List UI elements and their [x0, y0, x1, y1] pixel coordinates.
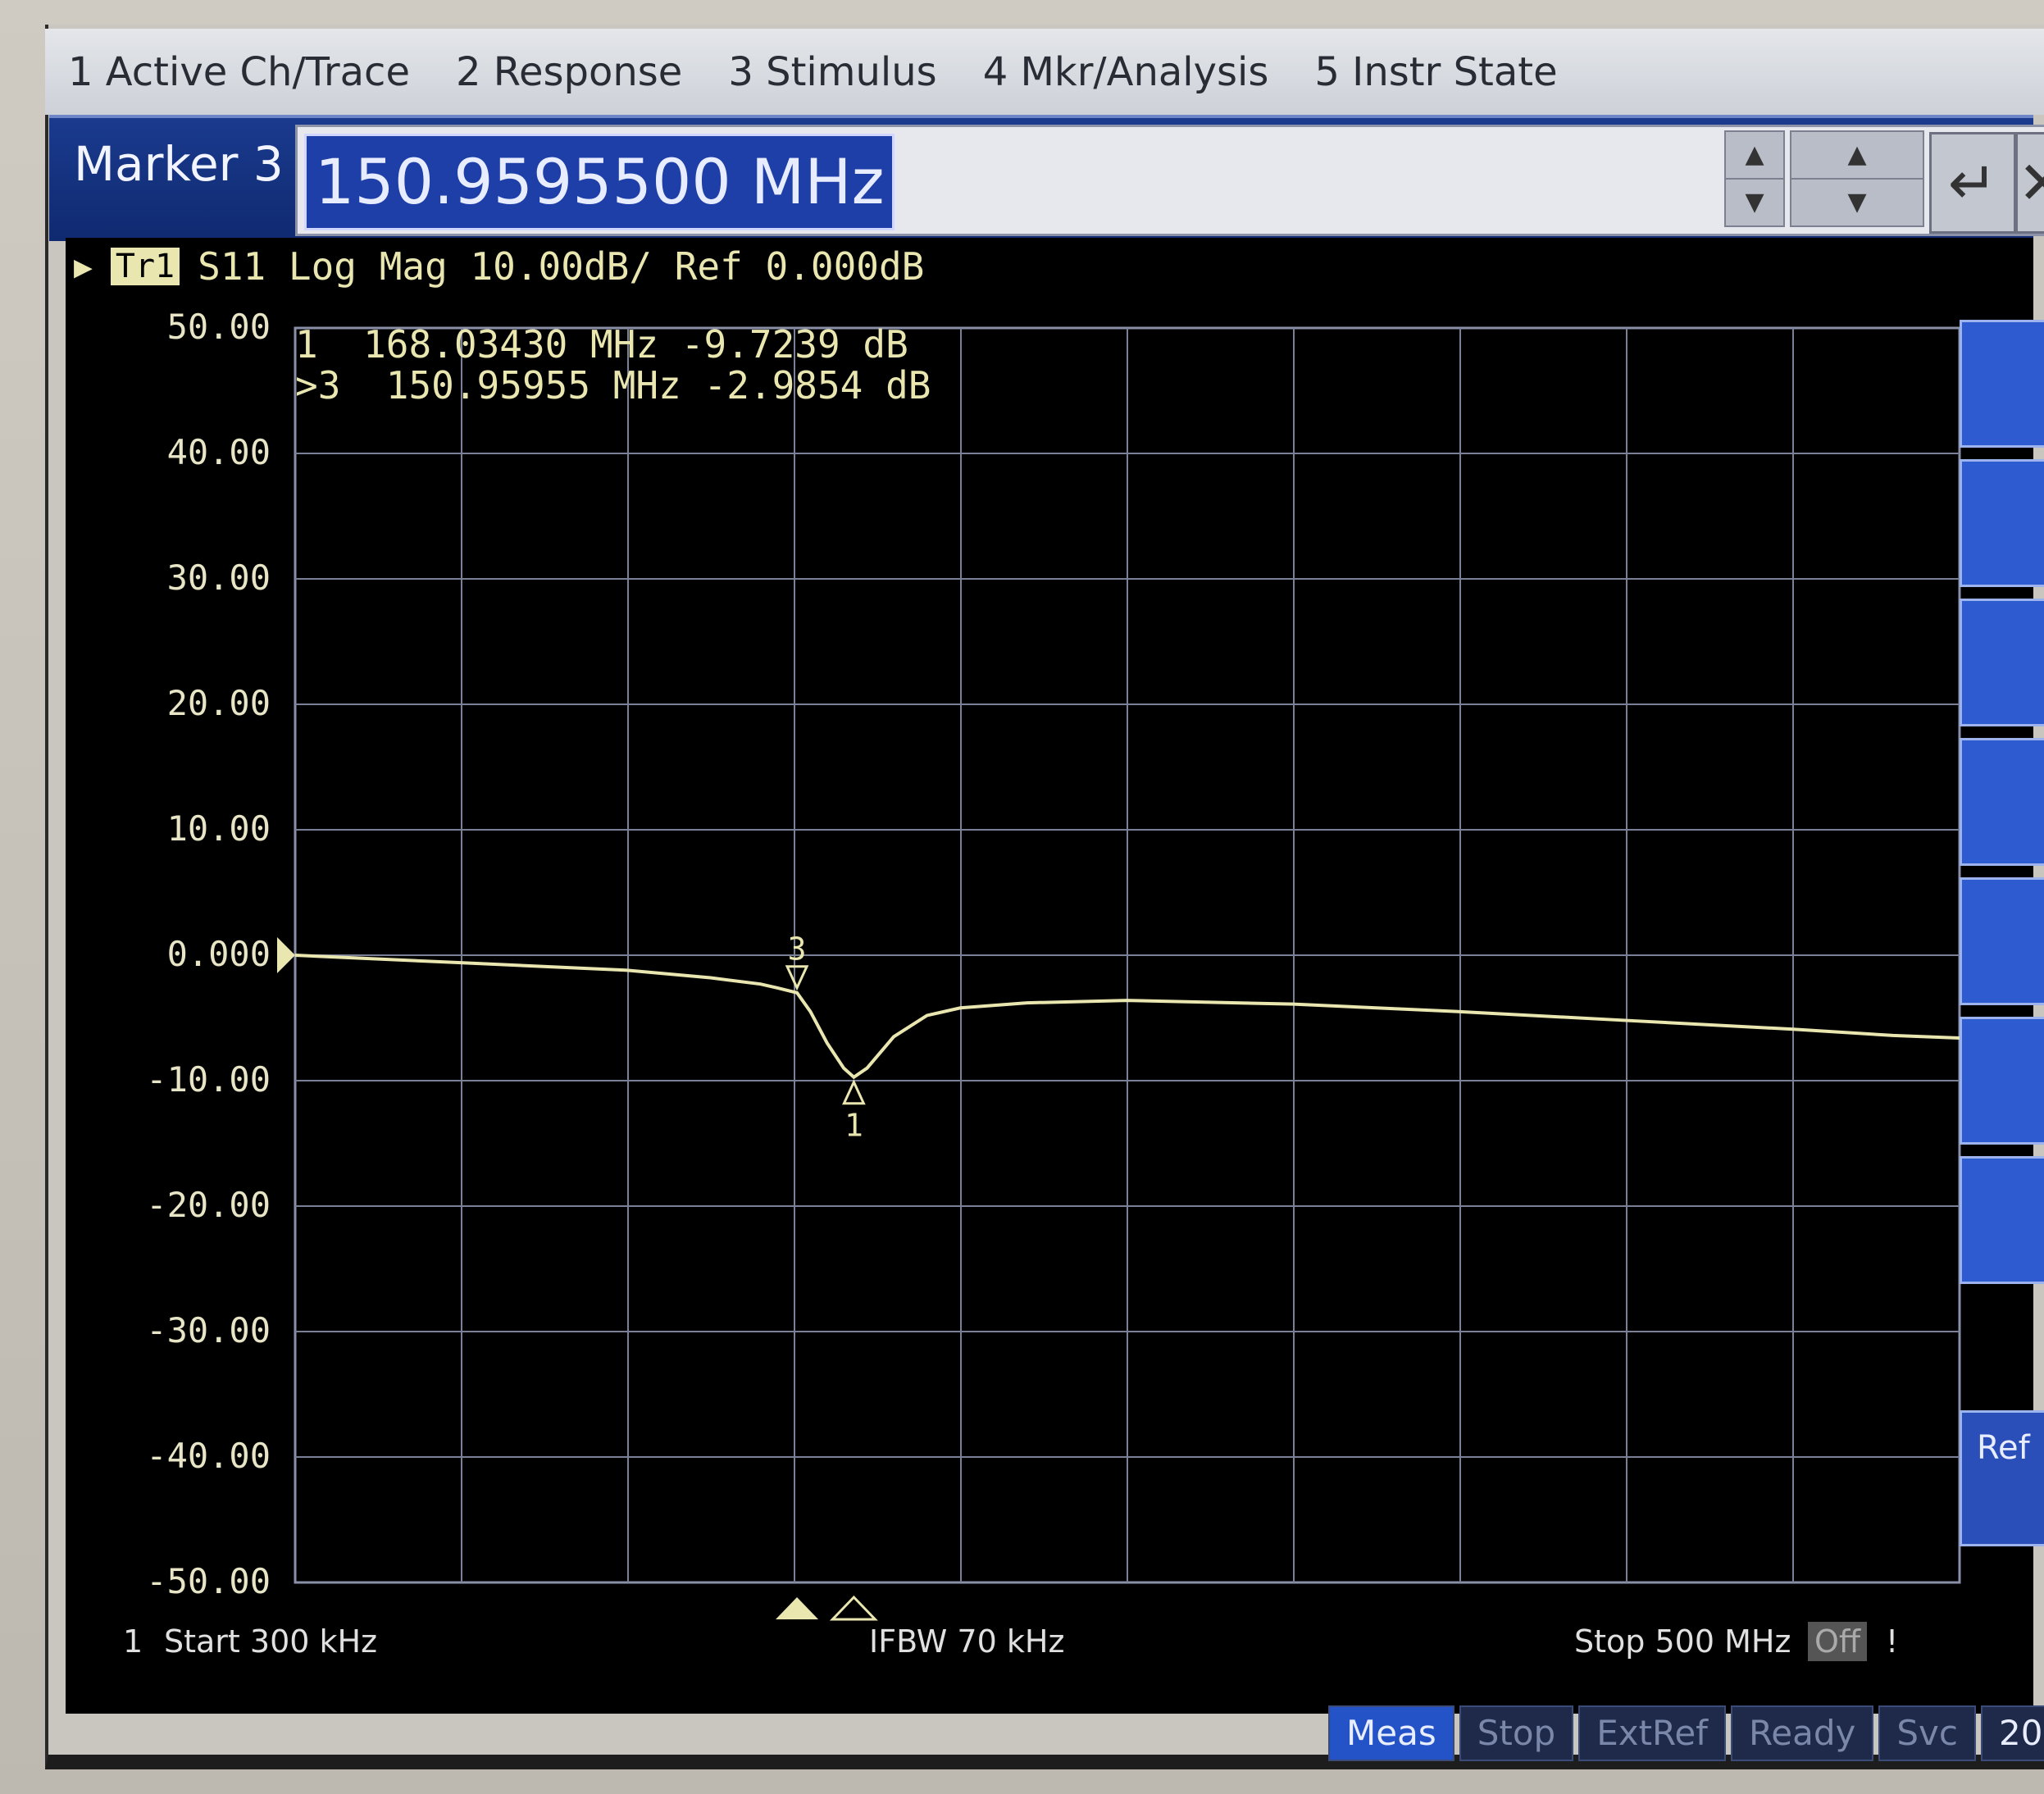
status-svc: Svc [1878, 1705, 1976, 1761]
softkey-3[interactable] [1960, 599, 2044, 726]
softkey-5[interactable] [1960, 877, 2044, 1005]
marker-3-triangle [785, 965, 809, 991]
marker-3-freq: 150.95955 MHz [385, 363, 681, 408]
s11-plot[interactable]: 31 [0, 0, 2044, 1794]
softkey-ref-label: Ref [1977, 1429, 2030, 1467]
marker-1-value: -9.7239 dB [681, 322, 908, 367]
status-extref: ExtRef [1578, 1705, 1726, 1761]
off-indicator: Off [1808, 1622, 1868, 1661]
status-meas: Meas [1328, 1705, 1454, 1761]
softkey-panel: Ref [1951, 287, 2044, 1681]
marker-readout: 1 168.03430 MHz -9.7239 dB >3 150.95955 … [295, 324, 931, 406]
status-ready: Ready [1730, 1705, 1874, 1761]
stop-frequency[interactable]: Stop 500 MHz [1574, 1622, 1791, 1661]
softkey-2[interactable] [1960, 459, 2044, 587]
marker-3-value: -2.9854 dB [703, 363, 931, 408]
marker-1-triangle [842, 1079, 866, 1105]
softkey-4[interactable] [1960, 738, 2044, 866]
start-frequency[interactable]: Start 300 kHz [164, 1622, 377, 1661]
warning-indicator: ! [1886, 1623, 1899, 1660]
marker-1-num: 1 [295, 322, 318, 367]
softkey-7[interactable] [1960, 1156, 2044, 1284]
status-stop: Stop [1459, 1705, 1574, 1761]
softkey-ref[interactable]: Ref [1960, 1410, 2044, 1546]
marker-1-freq: 168.03430 MHz [363, 322, 659, 367]
marker-1-label: 1 [844, 1108, 863, 1144]
instrument-status-bar: Meas Stop ExtRef Ready Svc 2021- [1328, 1705, 2044, 1761]
channel-number: 1 [123, 1623, 143, 1660]
marker-3-label: 3 [788, 931, 807, 968]
status-date: 2021- [1980, 1705, 2044, 1761]
softkey-1[interactable] [1960, 320, 2044, 448]
channel-status: 1 Start 300 kHz IFBW 70 kHz Stop 500 MHz… [98, 1615, 1902, 1666]
marker-3-num: >3 [295, 363, 341, 408]
ifbw[interactable]: IFBW 70 kHz [869, 1622, 1064, 1661]
reference-level-arrow [277, 937, 295, 973]
softkey-6[interactable] [1960, 1017, 2044, 1145]
